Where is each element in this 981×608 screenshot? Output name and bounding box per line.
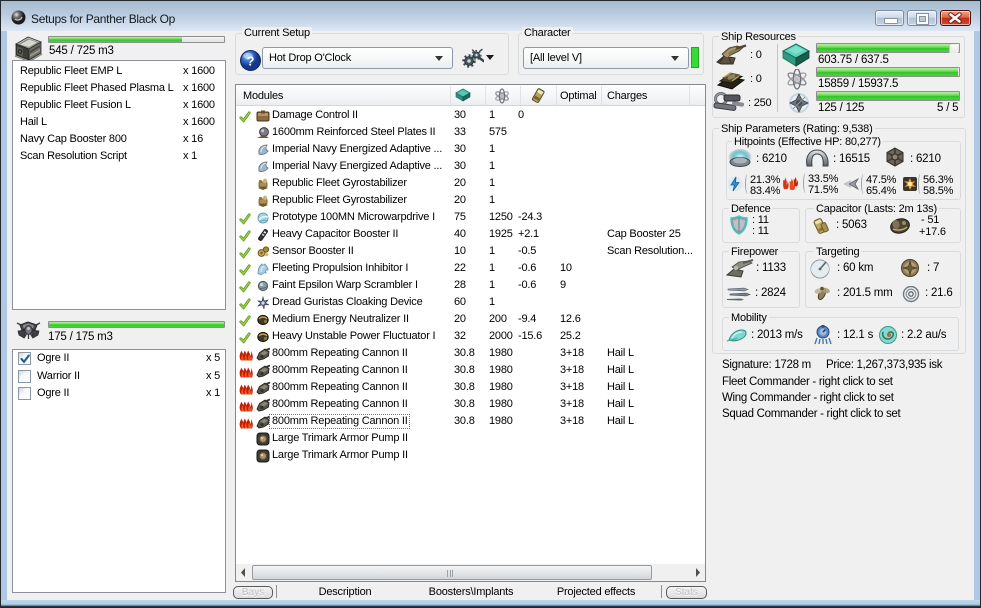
svg-text:?: ?	[247, 54, 255, 69]
